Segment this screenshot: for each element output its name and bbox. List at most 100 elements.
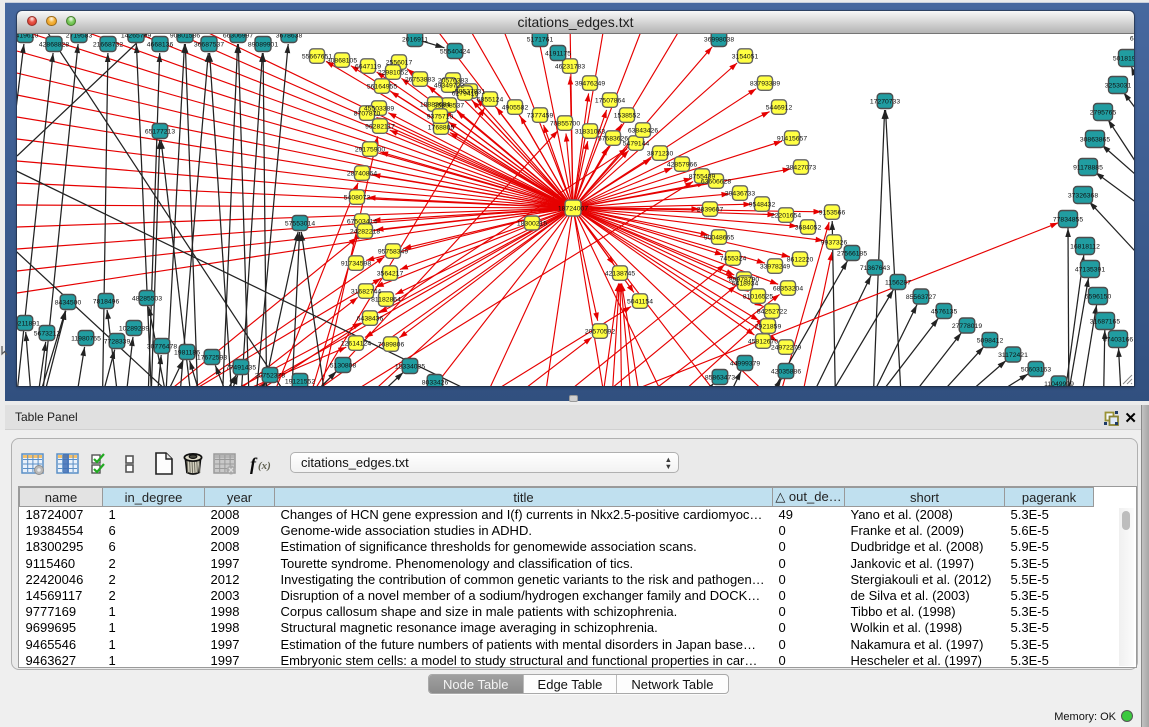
- svg-text:21668732: 21668732: [93, 42, 123, 49]
- svg-text:7818496: 7818496: [93, 299, 120, 306]
- svg-text:77834855: 77834855: [1053, 217, 1083, 224]
- svg-text:70211891: 70211891: [17, 321, 40, 328]
- svg-text:3678638: 3678638: [276, 34, 303, 40]
- svg-text:90048665: 90048665: [704, 235, 734, 242]
- svg-text:90801586: 90801586: [170, 34, 200, 40]
- svg-text:16818112: 16818112: [1070, 244, 1100, 251]
- svg-text:9153566: 9153566: [819, 210, 846, 217]
- svg-text:56164955: 56164955: [367, 84, 397, 91]
- svg-text:46231783: 46231783: [555, 64, 585, 71]
- svg-text:6596150: 6596150: [1085, 294, 1112, 301]
- svg-text:67403166: 67403166: [1103, 337, 1133, 344]
- svg-text:84252722: 84252722: [757, 309, 787, 316]
- svg-text:31687165: 31687165: [1090, 319, 1120, 326]
- svg-text:18724007: 18724007: [558, 206, 588, 213]
- svg-text:81182864: 81182864: [371, 297, 401, 304]
- svg-text:3253031: 3253031: [1105, 83, 1132, 90]
- svg-text:91415657: 91415657: [777, 136, 807, 143]
- svg-text:20570592: 20570592: [585, 329, 615, 336]
- svg-text:55540424: 55540424: [440, 49, 470, 56]
- svg-text:3871230: 3871230: [647, 151, 674, 158]
- svg-text:20752378: 20752378: [255, 373, 285, 380]
- svg-text:8707870: 8707870: [354, 111, 381, 118]
- svg-text:9937326: 9937326: [821, 240, 848, 247]
- svg-text:31172421: 31172421: [998, 352, 1028, 359]
- svg-text:3564217: 3564217: [377, 271, 404, 278]
- svg-text:9548432: 9548432: [749, 202, 776, 209]
- svg-text:17672593: 17672593: [197, 355, 227, 362]
- svg-text:9375710: 9375710: [427, 114, 454, 121]
- svg-text:68353204: 68353204: [773, 286, 803, 293]
- svg-text:22981052: 22981052: [378, 70, 408, 77]
- svg-text:81016525: 81016525: [743, 294, 773, 301]
- svg-text:44999379: 44999379: [730, 361, 760, 368]
- svg-text:7728339: 7728339: [104, 339, 131, 346]
- svg-text:50603163: 50603163: [1021, 367, 1051, 374]
- svg-text:f: f: [250, 454, 258, 474]
- svg-text:63551839: 63551839: [1130, 36, 1134, 43]
- svg-text:4905582: 4905582: [502, 105, 529, 112]
- svg-text:7377459: 7377459: [527, 113, 554, 120]
- svg-text:91734598: 91734598: [341, 261, 371, 268]
- svg-text:6438436: 6438436: [357, 316, 384, 323]
- svg-text:67503414: 67503414: [347, 219, 377, 226]
- svg-text:71367643: 71367643: [860, 265, 890, 272]
- svg-text:91178885: 91178885: [1073, 165, 1103, 172]
- svg-text:1156287: 1156287: [885, 280, 911, 287]
- svg-text:11049999: 11049999: [1044, 381, 1074, 386]
- svg-text:5041154: 5041154: [627, 299, 653, 306]
- svg-text:8434500: 8434500: [55, 300, 82, 307]
- svg-text:17270733: 17270733: [870, 99, 900, 106]
- svg-text:30868105: 30868105: [327, 58, 357, 65]
- svg-text:39436733: 39436733: [725, 191, 755, 198]
- svg-text:42035886: 42035886: [771, 369, 801, 376]
- svg-text:39476249: 39476249: [575, 81, 605, 88]
- svg-text:5673212: 5673212: [34, 331, 61, 338]
- svg-text:85863473: 85863473: [705, 375, 735, 382]
- svg-text:5418934: 5418934: [732, 281, 759, 288]
- svg-text:66306997: 66306997: [223, 34, 253, 40]
- svg-text:26753883: 26753883: [405, 77, 435, 84]
- svg-text:8033426: 8033426: [422, 380, 449, 387]
- svg-text:50181935: 50181935: [1113, 56, 1134, 63]
- svg-text:30776478: 30776478: [147, 344, 177, 351]
- svg-text:70855700: 70855700: [550, 121, 580, 128]
- svg-text:4668136: 4668136: [147, 42, 174, 49]
- svg-text:2921859: 2921859: [755, 324, 782, 331]
- svg-text:1768805: 1768805: [428, 125, 455, 132]
- svg-text:42857966: 42857966: [667, 162, 697, 169]
- svg-text:36687537: 36687537: [194, 42, 224, 49]
- svg-text:5479144: 5479144: [623, 141, 650, 148]
- svg-text:22201654: 22201654: [771, 213, 801, 220]
- svg-text:2016911: 2016911: [402, 37, 428, 44]
- svg-text:5446912: 5446912: [766, 105, 793, 112]
- svg-text:33978249: 33978249: [760, 264, 790, 271]
- svg-text:24282218: 24282218: [350, 229, 380, 236]
- svg-text:48285503: 48285503: [132, 296, 162, 303]
- svg-text:42138745: 42138745: [605, 271, 635, 278]
- svg-text:5171761: 5171761: [527, 37, 554, 44]
- svg-text:15334035: 15334035: [395, 364, 425, 371]
- svg-text:8612220: 8612220: [787, 257, 814, 264]
- svg-text:27566185: 27566185: [837, 251, 867, 258]
- svg-text:89089901: 89089901: [248, 42, 278, 49]
- svg-text:5098412: 5098412: [977, 338, 1004, 345]
- svg-text:42868828: 42868828: [39, 42, 69, 49]
- svg-text:47135391: 47135391: [1075, 267, 1105, 274]
- svg-text:7089806: 7089806: [378, 342, 405, 349]
- svg-text:3684052: 3684052: [795, 225, 822, 232]
- svg-text:2556017: 2556017: [386, 60, 413, 67]
- svg-text:5408072: 5408072: [344, 195, 371, 202]
- svg-text:27778019: 27778019: [952, 323, 982, 330]
- svg-text:30863865: 30863865: [1080, 137, 1110, 144]
- svg-text:4576135: 4576135: [931, 309, 958, 316]
- svg-text:63843426: 63843426: [628, 128, 658, 135]
- svg-text:1538552: 1538552: [614, 113, 641, 120]
- svg-text:18300215: 18300215: [517, 221, 547, 228]
- svg-text:29175900: 29175900: [355, 147, 385, 154]
- svg-text:65177213: 65177213: [145, 129, 175, 136]
- svg-text:95758349: 95758349: [378, 249, 408, 256]
- svg-text:17507864: 17507864: [595, 98, 625, 105]
- svg-text:7455324: 7455324: [720, 256, 747, 263]
- svg-text:38427073: 38427073: [786, 165, 816, 172]
